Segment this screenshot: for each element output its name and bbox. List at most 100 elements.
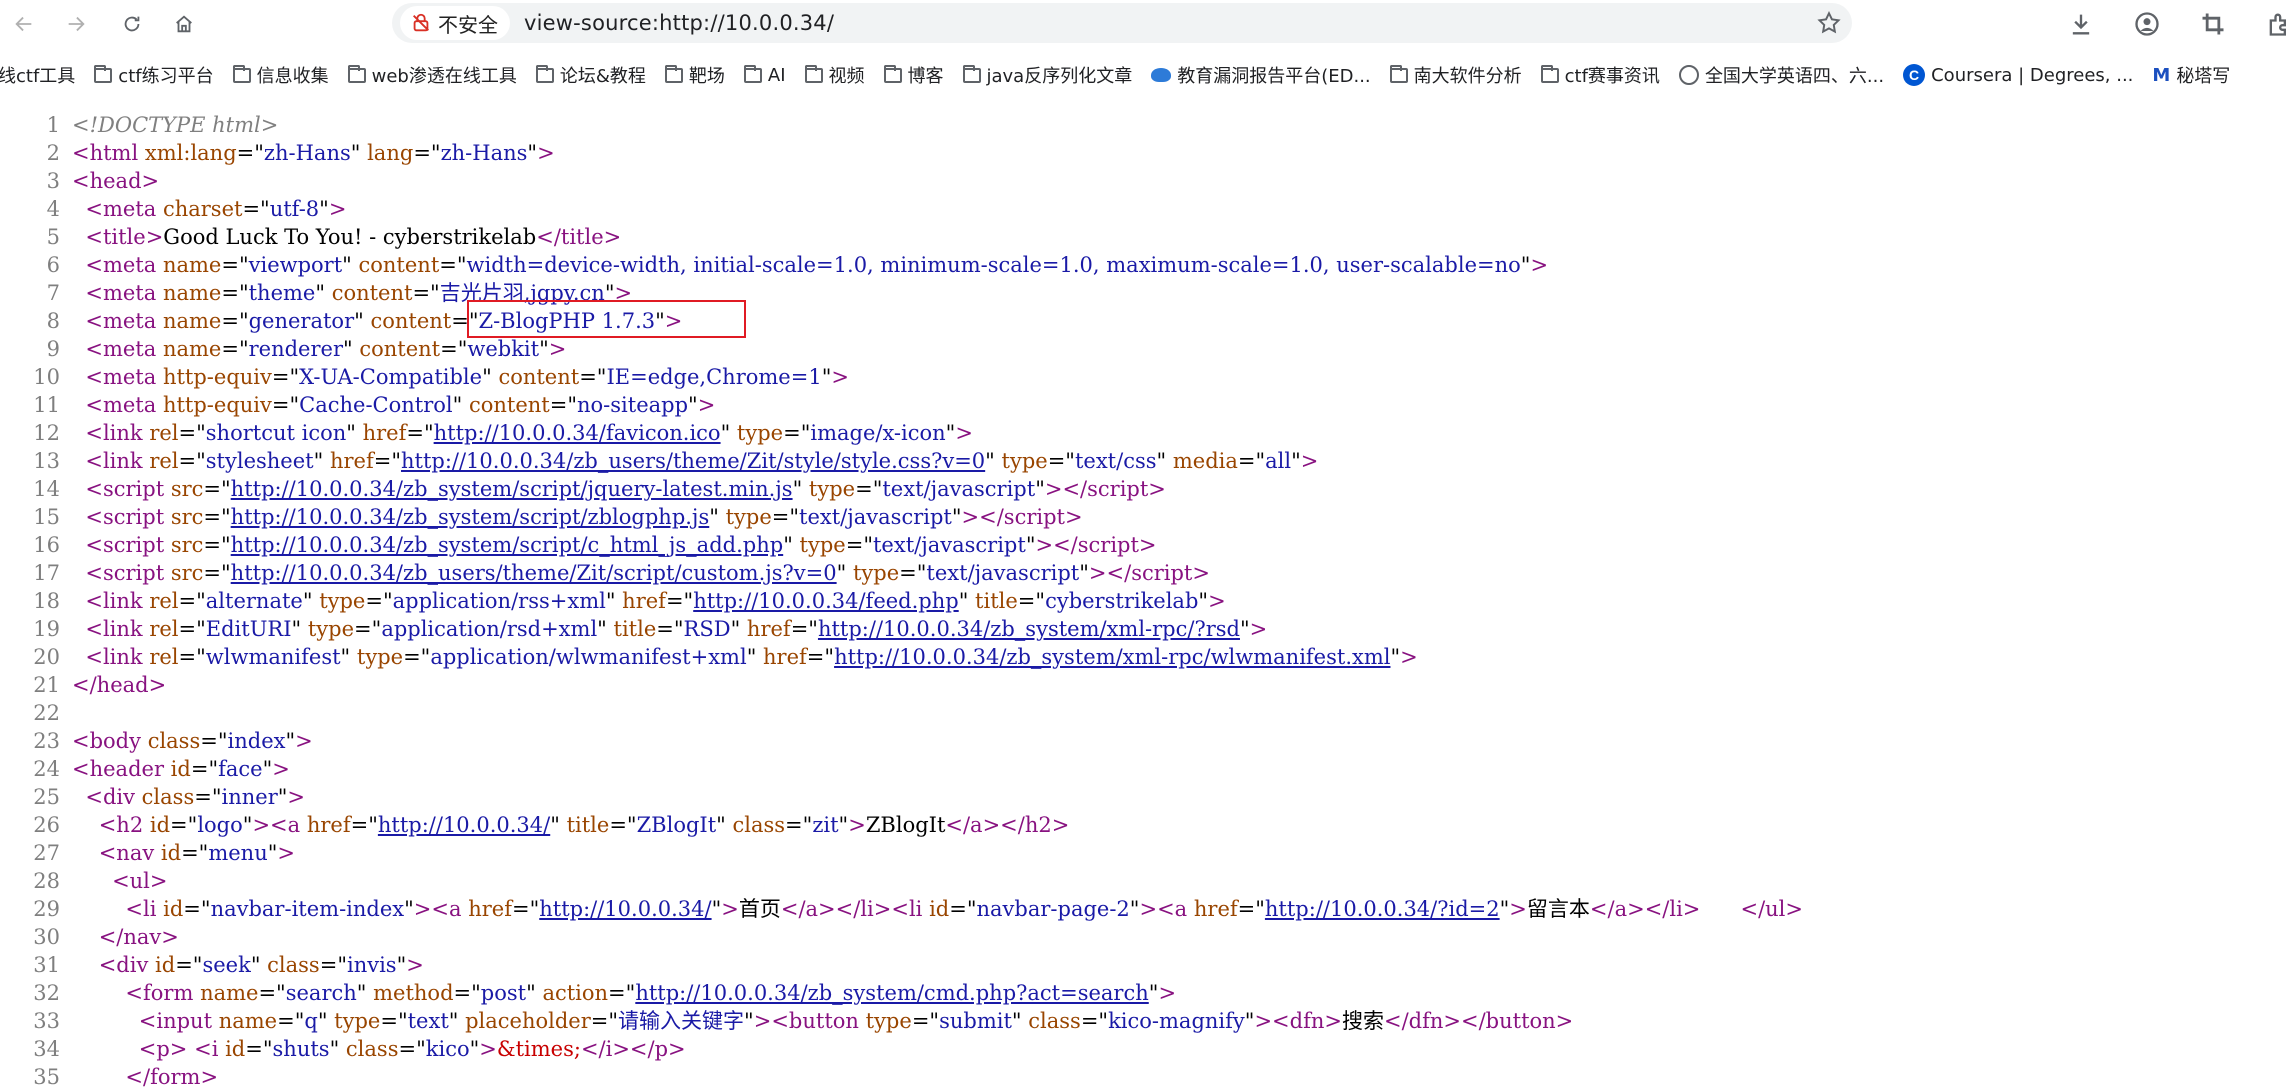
source-link[interactable]: http://10.0.0.34/zb_system/xml-rpc/wlwma…	[834, 645, 1390, 669]
source-line: 14 <script src="http://10.0.0.34/zb_syst…	[0, 475, 1166, 503]
source-line: 6 <meta name="viewport" content="width=d…	[0, 251, 1548, 279]
source-link[interactable]: http://10.0.0.34/feed.php	[693, 589, 959, 613]
source-line: 5 <title>Good Luck To You! - cyberstrike…	[0, 223, 622, 251]
line-code: <meta charset="utf-8">	[85, 197, 347, 221]
source-link[interactable]: http://10.0.0.34/zb_system/script/c_html…	[231, 533, 784, 557]
bookmark-label: 博客	[907, 66, 944, 87]
line-code: <script src="http://10.0.0.34/zb_users/t…	[85, 561, 1210, 585]
bookmark-item[interactable]: web渗透在线工具	[347, 62, 517, 88]
source-link[interactable]: http://10.0.0.34/	[378, 813, 550, 837]
folder-icon	[347, 64, 366, 83]
line-number: 4	[46, 197, 60, 221]
source-line: 15 <script src="http://10.0.0.34/zb_syst…	[0, 503, 1083, 531]
source-link[interactable]: http://10.0.0.34/favicon.ico	[434, 421, 721, 445]
line-code: <nav id="menu">	[98, 841, 296, 865]
bookmark-item[interactable]: 教育漏洞报告平台(ED...	[1151, 62, 1371, 88]
source-link[interactable]: http://10.0.0.34/zb_system/script/jquery…	[231, 477, 793, 501]
security-indicator[interactable]: 不安全	[400, 6, 510, 40]
line-number: 28	[33, 869, 60, 893]
forward-button[interactable]	[60, 8, 92, 40]
folder-icon	[94, 64, 113, 83]
line-number: 20	[33, 645, 60, 669]
line-number: 13	[33, 449, 60, 473]
source-line: 21 </head>	[0, 671, 166, 699]
address-bar[interactable]: 不安全 view-source:http://10.0.0.34/	[392, 3, 1852, 43]
source-link[interactable]: http://10.0.0.34/zb_users/theme/Zit/scri…	[231, 561, 837, 585]
folder-icon	[962, 64, 981, 83]
bookmark-item[interactable]: 视频	[804, 62, 865, 88]
line-code: <script src="http://10.0.0.34/zb_system/…	[85, 533, 1157, 557]
line-number: 1	[46, 113, 60, 137]
line-code: <input name="q" type="text" placeholder=…	[138, 1009, 1574, 1033]
source-line: 1 <!DOCTYPE html>	[0, 111, 279, 139]
bookmark-item[interactable]: C Coursera | Degrees, ...	[1903, 64, 2133, 86]
source-link[interactable]: http://10.0.0.34/zb_system/script/zblogp…	[231, 505, 710, 529]
folder-icon	[743, 64, 762, 83]
download-icon[interactable]	[2067, 10, 2095, 38]
line-code: <html xml:lang="zh-Hans" lang="zh-Hans">	[72, 141, 555, 165]
bookmark-item[interactable]: 全国大学英语四、六...	[1678, 62, 1884, 88]
back-button[interactable]	[8, 8, 40, 40]
line-number: 30	[33, 925, 60, 949]
bookmark-label: 秘塔写	[2176, 66, 2231, 87]
line-number: 22	[33, 701, 60, 725]
reload-icon	[124, 16, 140, 32]
source-line: 31 <div id="seek" class="invis">	[0, 951, 424, 979]
bookmark-item[interactable]: AI	[743, 64, 786, 86]
coursera-icon: C	[1903, 64, 1926, 86]
bookmarks-bar: 线ctf工具 ctf练习平台 信息收集 web渗透在线工具 论坛&教程 靶场 AI 视频 博客 j…	[0, 58, 2295, 92]
source-link[interactable]: http://10.0.0.34/zb_users/theme/Zit/styl…	[401, 449, 985, 473]
line-code: <link rel="EditURI" type="application/rs…	[85, 617, 1268, 641]
source-line: 4 <meta charset="utf-8">	[0, 195, 347, 223]
bookmark-item[interactable]: 南大软件分析	[1389, 62, 1522, 88]
bookmark-item[interactable]: M 秘塔写	[2152, 62, 2230, 88]
browser-chrome: 不安全 view-source:http://10.0.0.34/ 线ctf工具…	[0, 0, 2295, 96]
bookmark-item[interactable]: 论坛&教程	[535, 62, 646, 88]
source-link[interactable]: http://10.0.0.34/?id=2	[1265, 897, 1500, 921]
line-number: 35	[33, 1065, 60, 1089]
line-number: 24	[33, 757, 60, 781]
line-code: <script src="http://10.0.0.34/zb_system/…	[85, 505, 1083, 529]
extensions-icon[interactable]	[2265, 10, 2293, 38]
bookmark-label: AI	[767, 64, 786, 86]
line-number: 25	[33, 785, 60, 809]
line-number: 2	[46, 141, 60, 165]
line-number: 33	[33, 1009, 60, 1033]
home-button[interactable]	[168, 8, 200, 40]
bookmark-item[interactable]: 线ctf工具	[0, 62, 75, 88]
bookmark-item[interactable]: 博客	[883, 62, 944, 88]
back-arrow-icon	[15, 16, 32, 32]
highlight-annotation-box	[467, 300, 746, 338]
source-line: 3 <head>	[0, 167, 159, 195]
bookmark-label: 信息收集	[256, 66, 329, 87]
globe-icon	[1678, 65, 1699, 85]
source-line: 35 </form>	[0, 1063, 218, 1091]
bookmark-label: 视频	[828, 66, 865, 87]
url-text[interactable]: view-source:http://10.0.0.34/	[524, 11, 834, 35]
source-line: 23 <body class="index">	[0, 727, 313, 755]
line-number: 16	[33, 533, 60, 557]
line-number: 27	[33, 841, 60, 865]
bookmark-label: 靶场	[688, 66, 725, 87]
source-line: 20 <link rel="wlwmanifest" type="applica…	[0, 643, 1418, 671]
bookmark-item[interactable]: ctf练习平台	[94, 62, 214, 88]
reload-button[interactable]	[116, 8, 148, 40]
source-link[interactable]: http://10.0.0.34/	[539, 897, 711, 921]
bookmark-item[interactable]: 靶场	[664, 62, 725, 88]
metaso-icon: M	[2152, 64, 2171, 86]
bookmark-star-icon[interactable]	[1816, 10, 1842, 36]
source-line: 17 <script src="http://10.0.0.34/zb_user…	[0, 559, 1210, 587]
crop-icon[interactable]	[2199, 10, 2227, 38]
source-link[interactable]: http://10.0.0.34/zb_system/cmd.php?act=s…	[635, 981, 1148, 1005]
profile-icon[interactable]	[2133, 10, 2161, 38]
bookmark-item[interactable]: ctf赛事资讯	[1540, 62, 1660, 88]
line-number: 31	[33, 953, 60, 977]
line-code: <body class="index">	[72, 729, 313, 753]
line-code: <form name="search" method="post" action…	[125, 981, 1177, 1005]
line-number: 34	[33, 1037, 60, 1061]
bookmark-item[interactable]: 信息收集	[232, 62, 329, 88]
line-code: <h2 id="logo"><a href="http://10.0.0.34/…	[98, 813, 1070, 837]
bookmark-item[interactable]: java反序列化文章	[962, 62, 1132, 88]
source-link[interactable]: http://10.0.0.34/zb_system/xml-rpc/?rsd	[818, 617, 1240, 641]
line-code: <ul>	[112, 869, 168, 893]
